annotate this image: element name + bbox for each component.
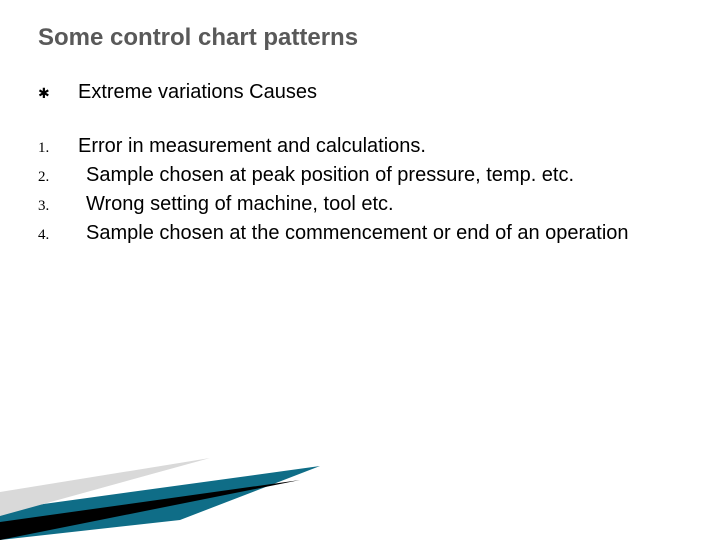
list-number: 1. [38,133,78,160]
list-number: 3. [38,191,78,218]
list-text: Sample chosen at the commencement or end… [78,220,682,247]
numbered-list: 1. Error in measurement and calculations… [38,133,682,247]
list-item: 1. Error in measurement and calculations… [38,133,682,160]
list-item: 4. Sample chosen at the commencement or … [38,220,682,247]
list-item: 3. Wrong setting of machine, tool etc. [38,191,682,218]
heading-text: Extreme variations Causes [78,80,317,105]
list-item: 2. Sample chosen at peak position of pre… [38,162,682,189]
list-number: 4. [38,220,78,247]
list-text: Wrong setting of machine, tool etc. [78,191,682,218]
corner-decoration-icon [0,450,360,540]
asterisk-icon: ✱ [38,80,78,104]
list-number: 2. [38,162,78,189]
heading-row: ✱ Extreme variations Causes [38,80,682,105]
slide: Some control chart patterns ✱ Extreme va… [0,0,720,540]
content-area: ✱ Extreme variations Causes 1. Error in … [38,80,682,247]
list-text: Sample chosen at peak position of pressu… [78,162,682,189]
slide-title: Some control chart patterns [38,24,682,52]
list-text: Error in measurement and calculations. [78,133,682,160]
